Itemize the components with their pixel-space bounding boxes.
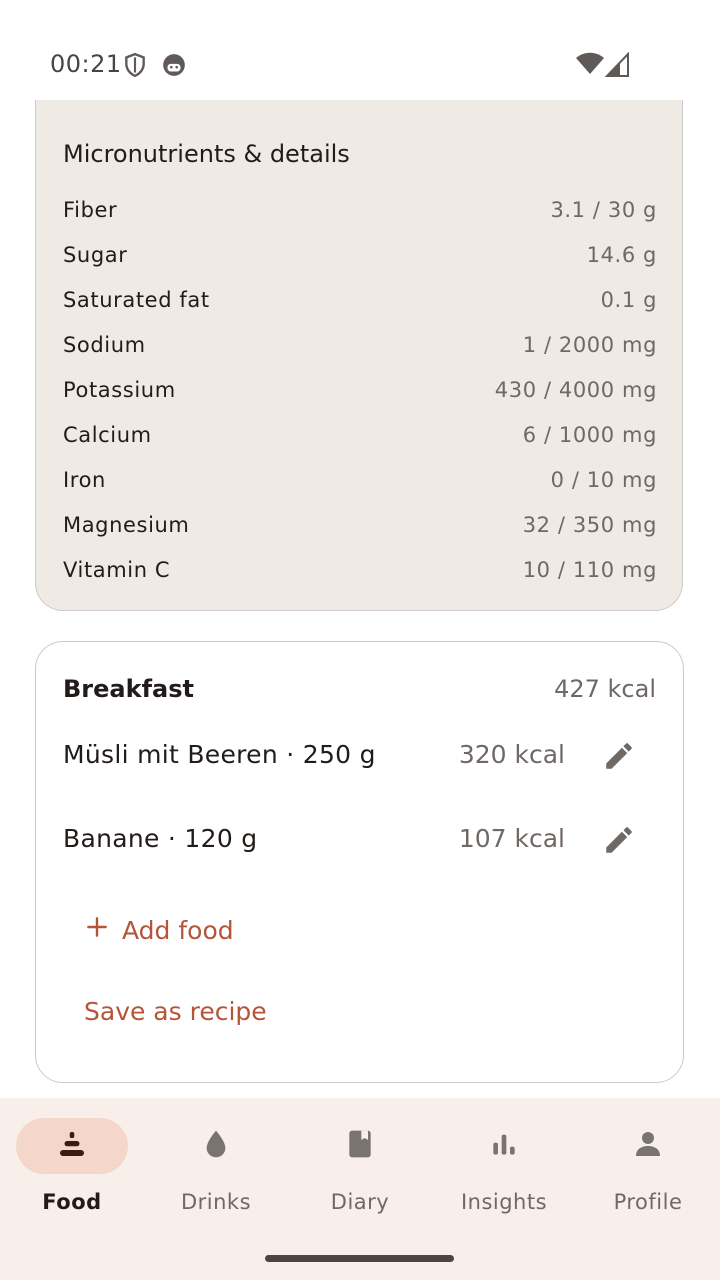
micronutrient-row: Saturated fat 0.1 g xyxy=(63,288,657,318)
micronutrient-name: Calcium xyxy=(63,423,152,447)
micronutrient-value: 1 / 2000 mg xyxy=(522,333,657,357)
micronutrient-row: Fiber 3.1 / 30 g xyxy=(63,198,657,228)
shield-icon xyxy=(122,52,148,78)
nav-active-indicator xyxy=(16,1118,128,1174)
save-as-recipe-button[interactable]: Save as recipe xyxy=(84,997,267,1026)
water-drop-icon xyxy=(200,1128,232,1164)
micronutrient-name: Potassium xyxy=(63,378,176,402)
food-item-row[interactable]: Müsli mit Beeren · 250 g 320 kcal xyxy=(63,726,657,786)
micronutrient-name: Saturated fat xyxy=(63,288,210,312)
food-item-name: Banane · 120 g xyxy=(63,824,258,853)
status-right-icons xyxy=(574,51,630,78)
nav-item-profile[interactable]: Profile xyxy=(576,1118,720,1228)
meal-total-kcal: 427 kcal xyxy=(554,675,656,703)
bottom-navigation: Food Drinks Diary Insights Profile xyxy=(0,1098,720,1280)
book-icon xyxy=(344,1128,376,1164)
nav-item-food[interactable]: Food xyxy=(0,1118,144,1228)
nav-label: Insights xyxy=(460,1190,548,1214)
nav-label: Profile xyxy=(613,1190,683,1214)
home-indicator[interactable] xyxy=(265,1255,454,1262)
micronutrient-row: Vitamin C 10 / 110 mg xyxy=(63,558,657,588)
micronutrient-row: Magnesium 32 / 350 mg xyxy=(63,513,657,543)
micronutrients-title: Micronutrients & details xyxy=(63,140,350,168)
micronutrient-value: 32 / 350 mg xyxy=(522,513,657,537)
micronutrient-name: Magnesium xyxy=(63,513,190,537)
android-face-icon xyxy=(161,52,187,78)
food-item-name: Müsli mit Beeren · 250 g xyxy=(63,740,376,769)
micronutrient-row: Sugar 14.6 g xyxy=(63,243,657,273)
micronutrient-row: Potassium 430 / 4000 mg xyxy=(63,378,657,408)
micronutrient-value: 3.1 / 30 g xyxy=(550,198,657,222)
food-item-kcal: 107 kcal xyxy=(458,824,565,853)
wifi-icon xyxy=(576,52,604,74)
micronutrient-name: Iron xyxy=(63,468,106,492)
pencil-icon[interactable] xyxy=(599,820,639,860)
micronutrient-name: Sodium xyxy=(63,333,146,357)
cell-signal-icon xyxy=(604,51,629,77)
micronutrients-card: Micronutrients & details Fiber 3.1 / 30 g… xyxy=(35,100,683,611)
status-time: 00:21 xyxy=(50,50,122,78)
micronutrient-value: 14.6 g xyxy=(586,243,657,267)
micronutrient-value: 10 / 110 mg xyxy=(522,558,657,582)
add-food-button[interactable]: Add food xyxy=(84,910,234,950)
micronutrient-name: Fiber xyxy=(63,198,118,222)
nav-item-drinks[interactable]: Drinks xyxy=(144,1118,288,1228)
micronutrient-name: Sugar xyxy=(63,243,128,267)
micronutrient-row: Sodium 1 / 2000 mg xyxy=(63,333,657,363)
pencil-icon[interactable] xyxy=(599,736,639,776)
bar-chart-icon xyxy=(488,1128,520,1164)
meal-title: Breakfast xyxy=(63,675,194,703)
nav-label: Food xyxy=(42,1190,102,1214)
nav-label: Drinks xyxy=(180,1190,252,1214)
micronutrient-name: Vitamin C xyxy=(63,558,171,582)
meal-card-breakfast: Breakfast 427 kcal Müsli mit Beeren · 25… xyxy=(35,641,684,1083)
nav-label: Diary xyxy=(330,1190,390,1214)
nav-item-insights[interactable]: Insights xyxy=(432,1118,576,1228)
micronutrient-row: Iron 0 / 10 mg xyxy=(63,468,657,498)
nav-item-diary[interactable]: Diary xyxy=(288,1118,432,1228)
micronutrient-value: 430 / 4000 mg xyxy=(494,378,657,402)
food-stack-icon xyxy=(54,1126,90,1166)
add-food-label: Add food xyxy=(122,915,234,945)
micronutrient-value: 0.1 g xyxy=(600,288,657,312)
person-icon xyxy=(632,1128,664,1164)
plus-icon xyxy=(84,914,110,946)
micronutrient-value: 0 / 10 mg xyxy=(550,468,657,492)
food-item-kcal: 320 kcal xyxy=(458,740,565,769)
food-item-row[interactable]: Banane · 120 g 107 kcal xyxy=(63,810,657,870)
micronutrient-row: Calcium 6 / 1000 mg xyxy=(63,423,657,453)
micronutrient-value: 6 / 1000 mg xyxy=(522,423,657,447)
